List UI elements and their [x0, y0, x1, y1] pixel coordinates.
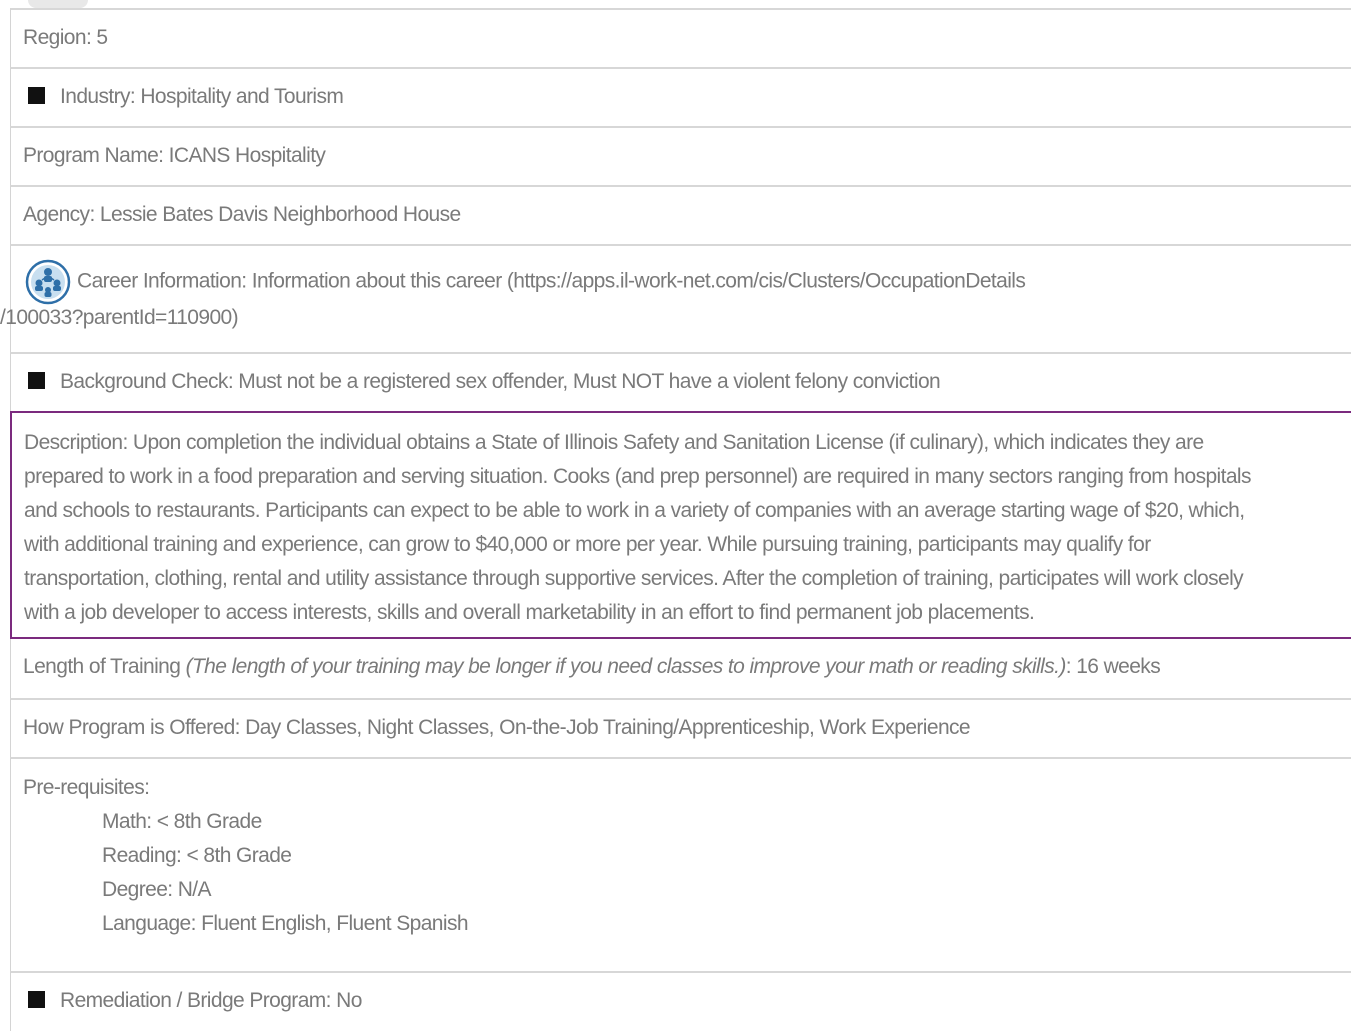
- industry-row: Industry: Hospitality and Tourism: [10, 67, 1351, 126]
- prerequisites-row: Pre-requisites: Math: < 8th Grade Readin…: [10, 757, 1351, 971]
- prereq-reading: Reading: < 8th Grade: [102, 844, 292, 867]
- program-name-text: Program Name: ICANS Hospitality: [23, 144, 326, 167]
- prereq-language: Language: Fluent English, Fluent Spanish: [102, 912, 469, 935]
- black-square-icon: [28, 87, 45, 104]
- page-top-edge: [0, 0, 1351, 8]
- career-info-continuation: /100033?parentId=110900): [0, 301, 239, 335]
- how-offered-row: How Program is Offered: Day Classes, Nig…: [10, 698, 1351, 757]
- description-line: with a job developer to access interests…: [24, 601, 1035, 624]
- length-value: : 16 weeks: [1065, 655, 1161, 678]
- agency-text: Agency: Lessie Bates Davis Neighborhood …: [23, 203, 461, 226]
- region-text: Region: 5: [23, 26, 108, 49]
- region-row: Region: 5: [10, 8, 1351, 67]
- career-info-row: Career Information: Information about th…: [0, 244, 1351, 352]
- description-line: transportation, clothing, rental and uti…: [24, 567, 1244, 590]
- black-square-icon: [28, 372, 45, 389]
- career-info-link-continuation[interactable]: /100033?parentId=110900): [0, 306, 239, 329]
- length-of-training-row: Length of Training (The length of your t…: [10, 639, 1351, 698]
- prereq-degree: Degree: N/A: [102, 878, 212, 901]
- career-info-link[interactable]: Career Information: Information about th…: [77, 270, 1026, 293]
- length-note: (The length of your training may be long…: [185, 655, 1067, 678]
- top-shadow: [28, 0, 88, 8]
- description-row: Description: Upon completion the individ…: [10, 411, 1351, 639]
- background-check-row: Background Check: Must not be a register…: [10, 352, 1351, 411]
- program-details-list: Region: 5 Industry: Hospitality and Tour…: [0, 8, 1351, 1031]
- description-line: Description: Upon completion the individ…: [24, 431, 1204, 454]
- black-square-icon: [28, 991, 45, 1008]
- length-label: Length of Training: [23, 655, 186, 678]
- career-cluster-icon: [25, 259, 71, 305]
- prereq-label: Pre-requisites:: [23, 776, 150, 799]
- agency-row: Agency: Lessie Bates Davis Neighborhood …: [10, 185, 1351, 244]
- program-name-row: Program Name: ICANS Hospitality: [10, 126, 1351, 185]
- remediation-row: Remediation / Bridge Program: No: [10, 971, 1351, 1031]
- remediation-text: Remediation / Bridge Program: No: [60, 989, 362, 1012]
- how-offered-text: How Program is Offered: Day Classes, Nig…: [23, 716, 971, 739]
- description-line: and schools to restaurants. Participants…: [24, 499, 1245, 522]
- prereq-math: Math: < 8th Grade: [102, 810, 262, 833]
- description-line: with additional training and experience,…: [24, 533, 1151, 556]
- background-check-text: Background Check: Must not be a register…: [60, 370, 941, 393]
- description-line: prepared to work in a food preparation a…: [24, 465, 1252, 488]
- industry-text: Industry: Hospitality and Tourism: [60, 85, 344, 108]
